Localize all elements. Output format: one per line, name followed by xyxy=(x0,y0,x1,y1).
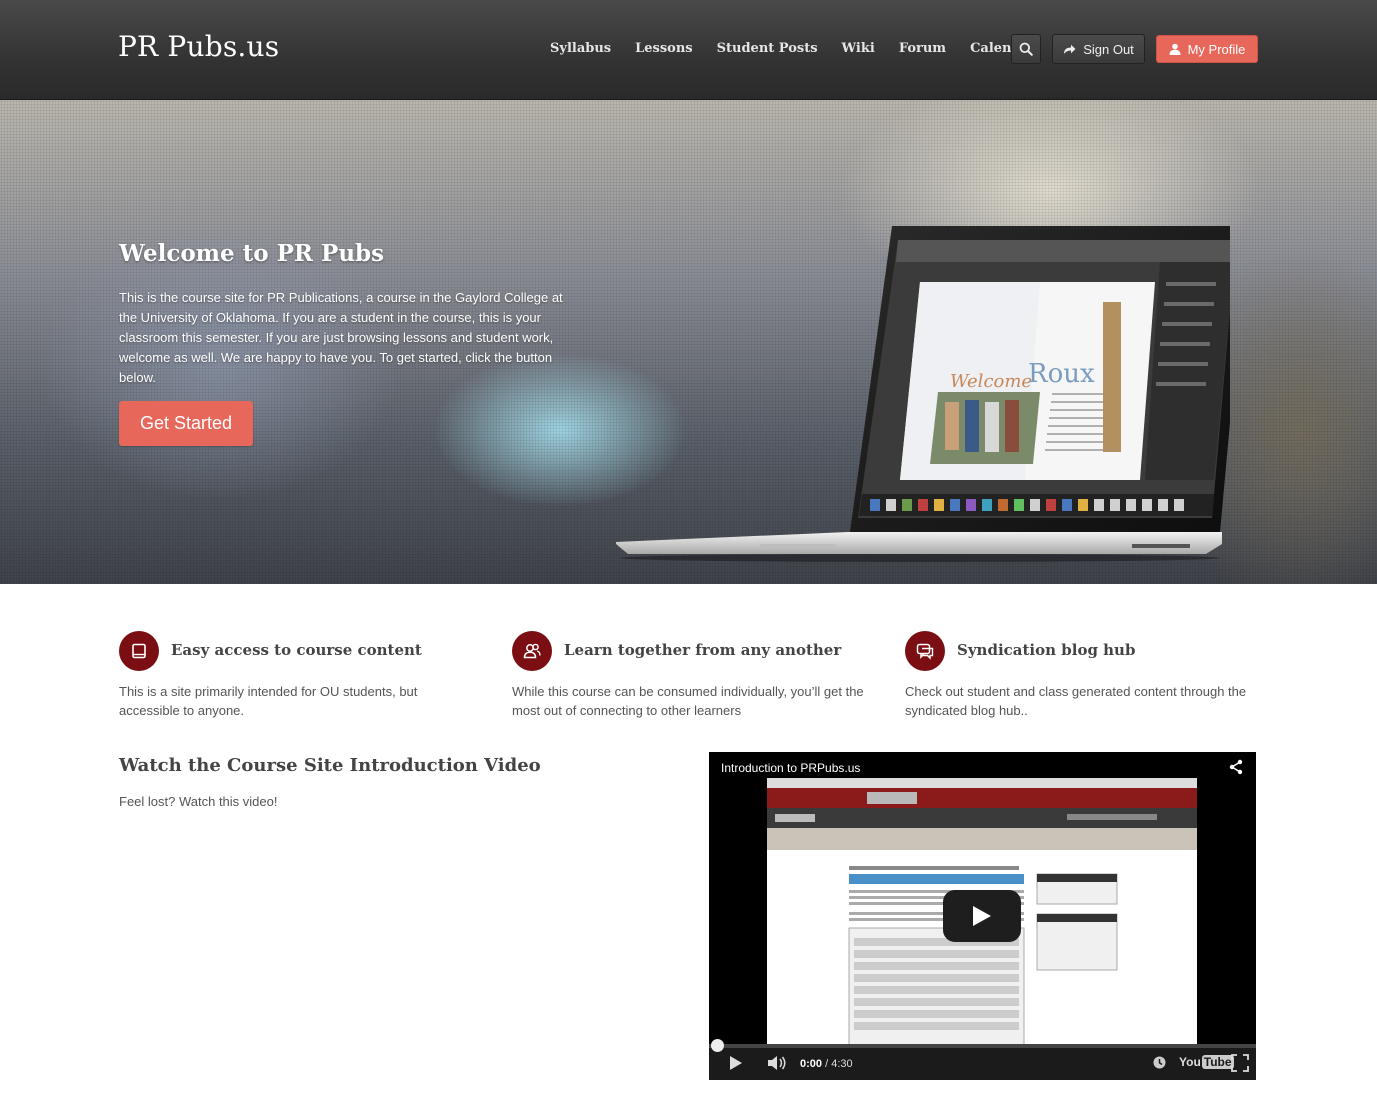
get-started-button[interactable]: Get Started xyxy=(119,401,253,446)
feature-icon-circle xyxy=(512,631,552,671)
feature-description: This is a site primarily intended for OU… xyxy=(119,684,418,718)
hero-title: Welcome to PR Pubs xyxy=(119,240,385,267)
share-arrow-icon xyxy=(1064,44,1076,54)
video-title[interactable]: Introduction to PRPubs.us xyxy=(721,761,860,775)
scrub-handle[interactable] xyxy=(711,1039,724,1052)
watch-later-icon[interactable] xyxy=(1153,1056,1166,1069)
fullscreen-icon[interactable] xyxy=(1231,1054,1249,1072)
progress-bar[interactable] xyxy=(709,1039,1256,1052)
search-icon xyxy=(1019,42,1033,56)
sign-out-label: Sign Out xyxy=(1083,41,1134,57)
youtube-logo-you: You xyxy=(1179,1055,1201,1069)
nav-item-lessons[interactable]: Lessons xyxy=(623,38,705,60)
main-nav: Syllabus Lessons Student Posts Wiki Foru… xyxy=(538,38,1048,60)
feature-icon-circle xyxy=(905,631,945,671)
volume-icon[interactable] xyxy=(767,1055,787,1071)
sign-out-button[interactable]: Sign Out xyxy=(1052,34,1145,64)
play-overlay-button[interactable] xyxy=(943,890,1021,942)
video-controls: 0:00 / 4:30 You Tube xyxy=(709,1039,1256,1080)
share-icon[interactable] xyxy=(1228,759,1244,775)
chat-icon xyxy=(916,643,934,660)
svg-text:Roux: Roux xyxy=(1028,359,1095,389)
feature-icon-circle xyxy=(119,631,159,671)
time-display: 0:00 / 4:30 xyxy=(800,1058,853,1070)
site-logo[interactable]: PR Pubs.us xyxy=(118,30,279,63)
search-button[interactable] xyxy=(1011,34,1041,64)
hero-banner: Welcome to PR Pubs This is the course si… xyxy=(0,100,1377,584)
time-current: 0:00 xyxy=(800,1058,823,1070)
feature-title: Syndication blog hub xyxy=(957,641,1136,659)
users-icon xyxy=(523,643,541,659)
video-player[interactable]: Introduction to PRPubs.us 0:00 / 4:30 Yo… xyxy=(709,752,1256,1080)
hero-description: This is the course site for PR Publicati… xyxy=(119,290,563,385)
time-total: 4:30 xyxy=(831,1058,853,1070)
feature-title: Easy access to course content xyxy=(171,641,422,659)
play-icon xyxy=(973,906,991,926)
play-icon[interactable] xyxy=(729,1056,743,1070)
feature-description: Check out student and class generated co… xyxy=(905,684,1247,718)
feature-description: While this course can be consumed indivi… xyxy=(512,684,864,718)
feature-title: Learn together from any another xyxy=(564,641,842,659)
svg-text:Welcome: Welcome xyxy=(950,371,1032,392)
user-icon xyxy=(1169,43,1181,55)
book-icon xyxy=(132,643,146,659)
nav-item-wiki[interactable]: Wiki xyxy=(830,38,887,60)
video-section-heading: Watch the Course Site Introduction Video xyxy=(119,755,541,776)
my-profile-label: My Profile xyxy=(1187,41,1246,57)
laptop-image: Welcome Roux xyxy=(616,226,1230,562)
nav-item-forum[interactable]: Forum xyxy=(887,38,958,60)
youtube-logo[interactable]: You Tube xyxy=(1179,1055,1234,1069)
nav-item-syllabus[interactable]: Syllabus xyxy=(538,38,623,60)
youtube-logo-tube: Tube xyxy=(1201,1055,1234,1069)
nav-item-student-posts[interactable]: Student Posts xyxy=(705,38,830,60)
video-section-subtext: Feel lost? Watch this video! xyxy=(119,794,278,809)
my-profile-button[interactable]: My Profile xyxy=(1156,35,1258,63)
site-header: PR Pubs.us Syllabus Lessons Student Post… xyxy=(0,0,1377,100)
